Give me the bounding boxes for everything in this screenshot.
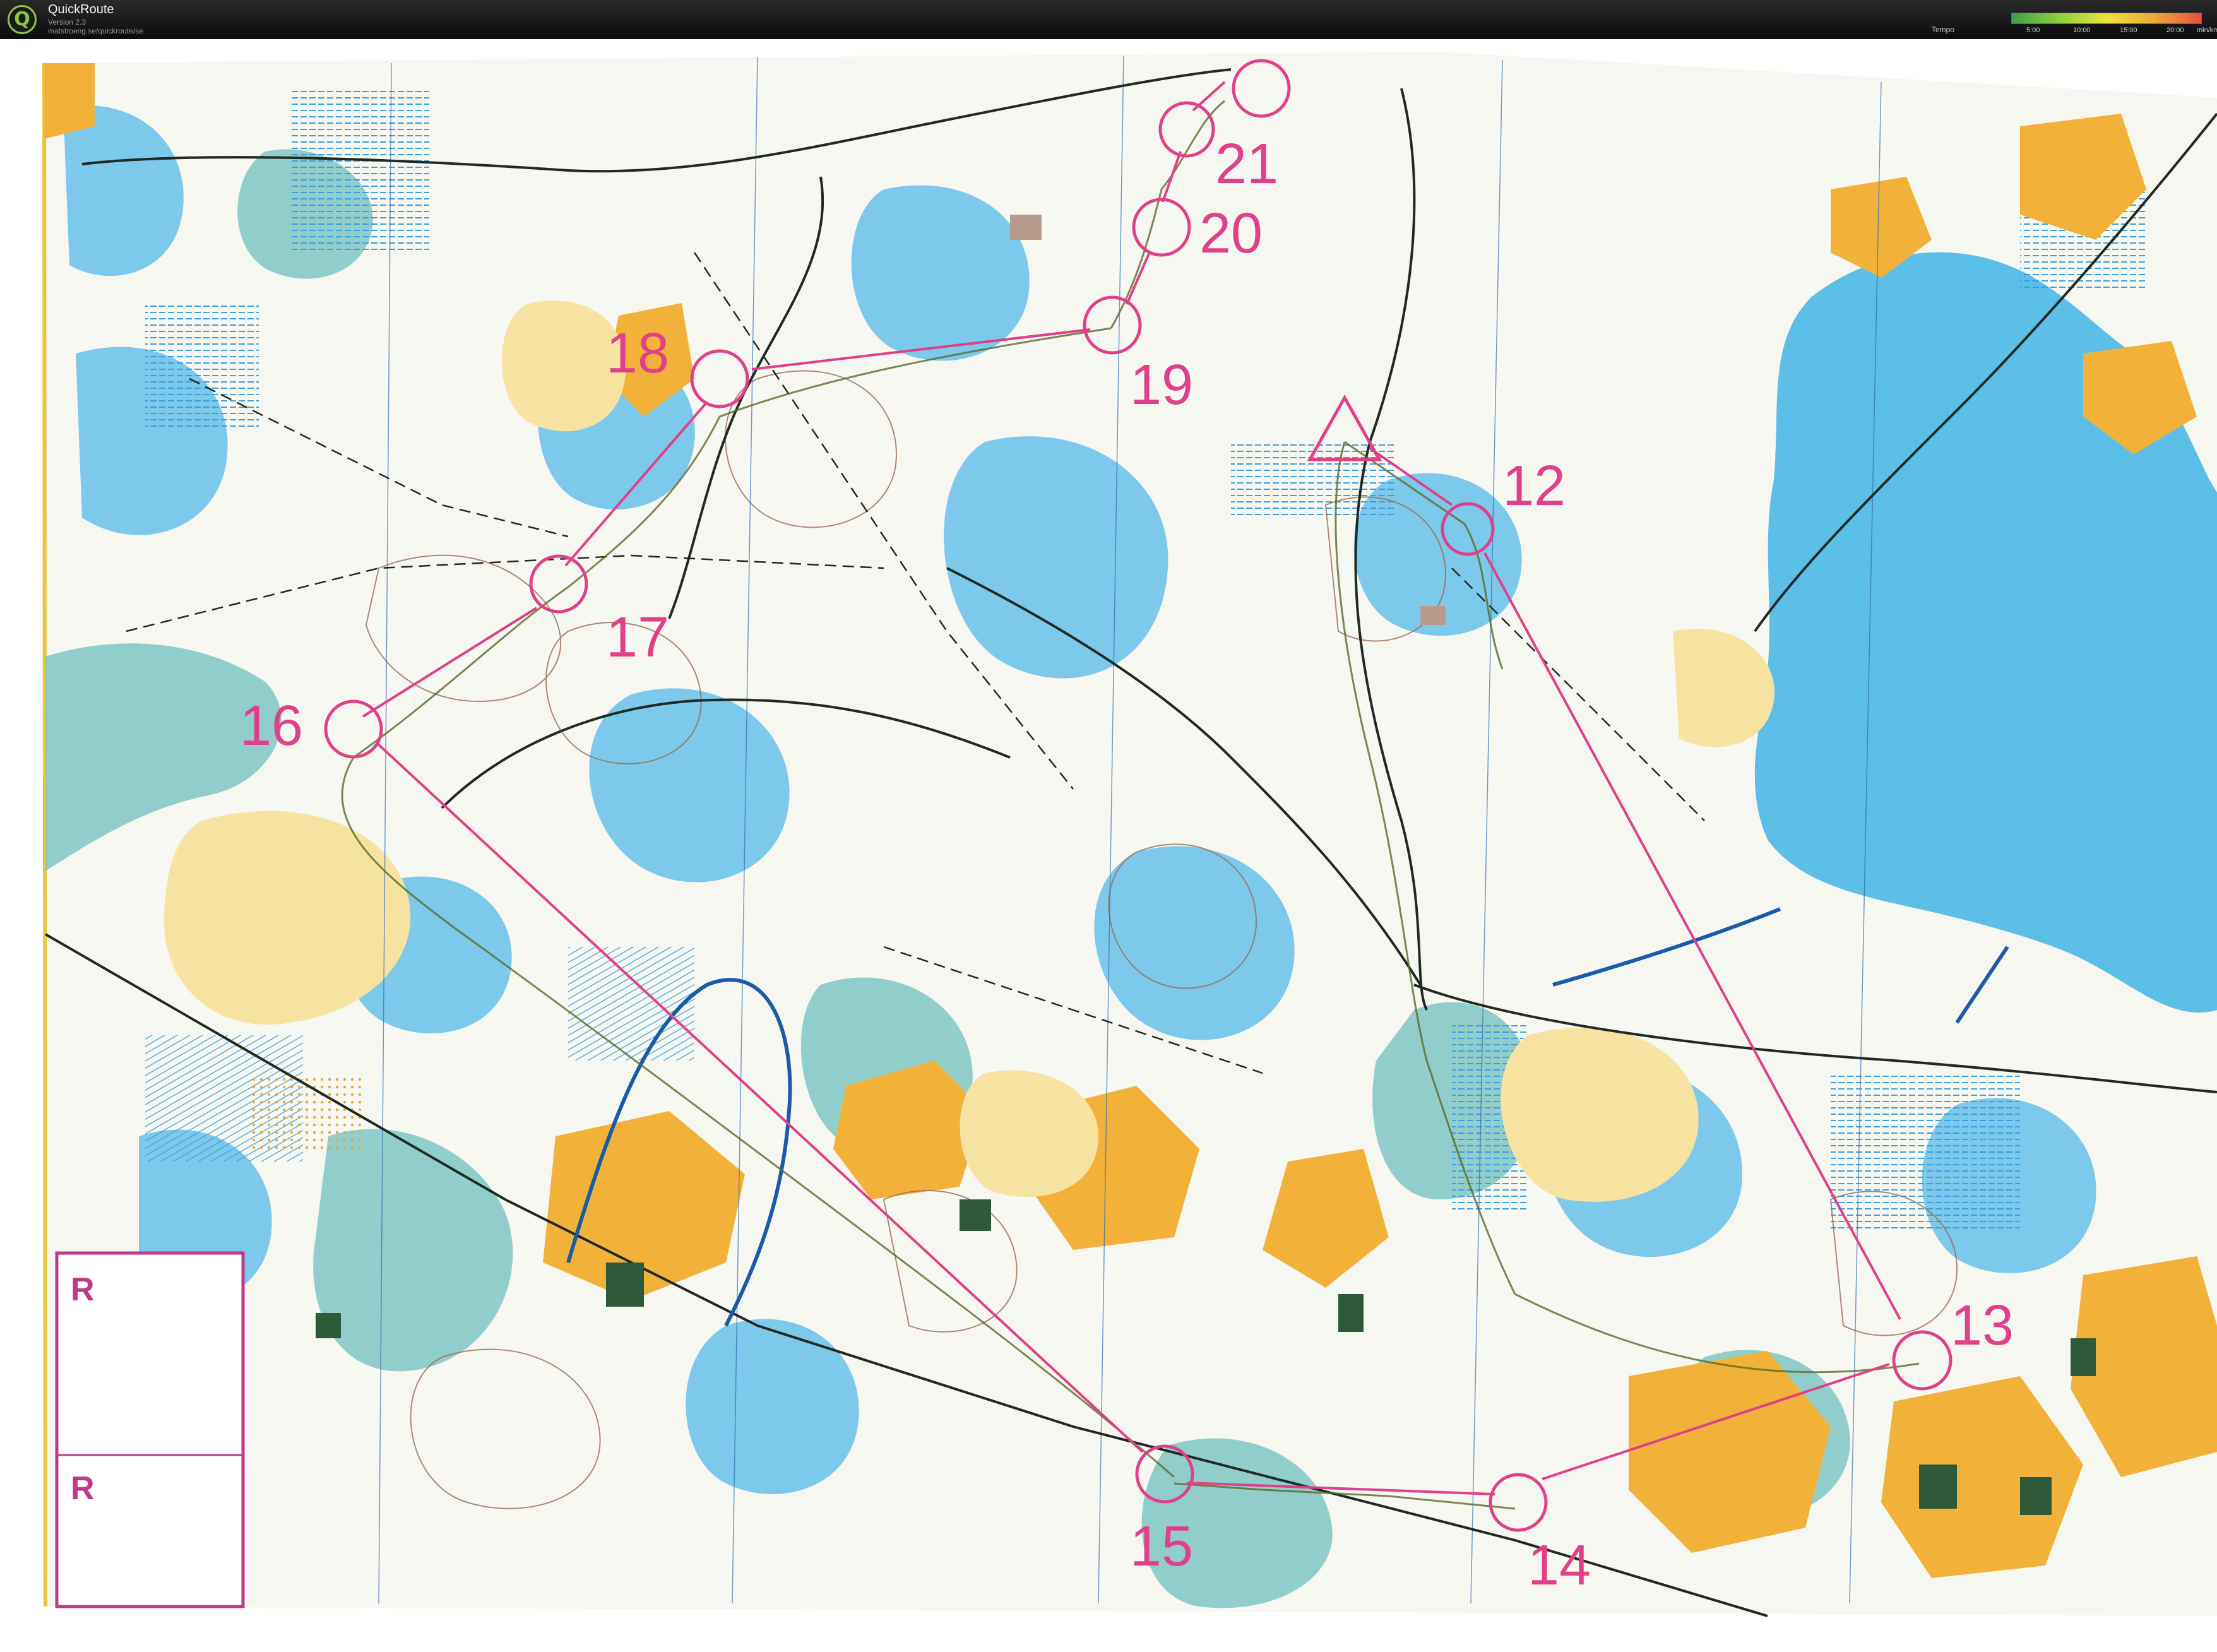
tempo-unit: min/km (2197, 27, 2217, 34)
tempo-legend: Tempo 5:00 10:00 15:00 20:00 (1932, 8, 2202, 35)
tempo-label: Tempo (1932, 25, 1955, 34)
box-letter-r-top: R (71, 1271, 95, 1308)
control-label-13: 13 (1951, 1294, 2014, 1357)
tempo-color-scale (2011, 13, 2202, 24)
control-label-19: 19 (1130, 354, 1193, 417)
tempo-tick: 20:00 (2166, 27, 2184, 34)
description-box: R R (55, 1251, 245, 1608)
title-bar: Q QuickRoute Version 2.3 matstroeng.se/q… (0, 0, 2217, 39)
control-label-17: 17 (606, 606, 669, 669)
tempo-tick: 5:00 (2026, 27, 2040, 34)
quickroute-logo-icon: Q (8, 5, 37, 34)
app-url: matstroeng.se/quickroute/se (48, 27, 143, 35)
dotted-open-area (253, 1073, 366, 1149)
control-label-15: 15 (1130, 1515, 1193, 1578)
tempo-tick: 10:00 (2073, 27, 2091, 34)
box-letter-r-bottom: R (71, 1470, 95, 1507)
tempo-tick: 15:00 (2120, 27, 2137, 34)
control-label-20: 20 (1199, 202, 1263, 265)
control-label-14: 14 (1528, 1534, 1591, 1597)
control-label-12: 12 (1502, 455, 1566, 518)
control-label-18: 18 (606, 322, 669, 385)
app-version: Version 2.3 (48, 18, 86, 27)
app-title: QuickRoute (48, 3, 114, 16)
control-label-21: 21 (1215, 133, 1278, 196)
control-label-16: 16 (240, 694, 303, 758)
orienteering-map[interactable]: 12 13 14 15 16 17 18 19 20 21 R R (0, 39, 2217, 1652)
map-canvas[interactable]: 12 13 14 15 16 17 18 19 20 21 R R (0, 39, 2217, 1652)
